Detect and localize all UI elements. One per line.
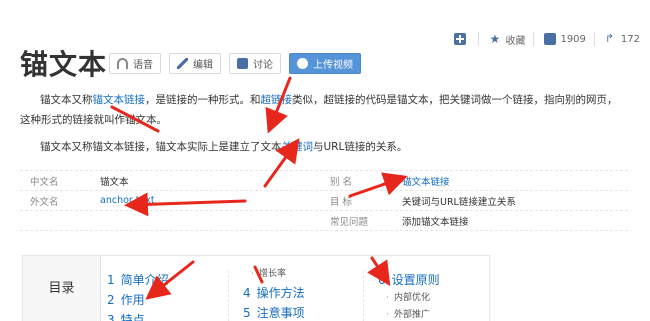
arrow-mark bbox=[253, 265, 264, 284]
annotation-arrows bbox=[110, 76, 408, 300]
arrow-mark bbox=[263, 138, 300, 188]
arrow-mark bbox=[124, 192, 247, 217]
arrow-mark bbox=[145, 260, 195, 300]
arrow-mark bbox=[265, 76, 292, 134]
arrow-mark bbox=[367, 256, 391, 287]
arrow-mark bbox=[110, 105, 160, 133]
arrow-mark bbox=[348, 172, 408, 198]
